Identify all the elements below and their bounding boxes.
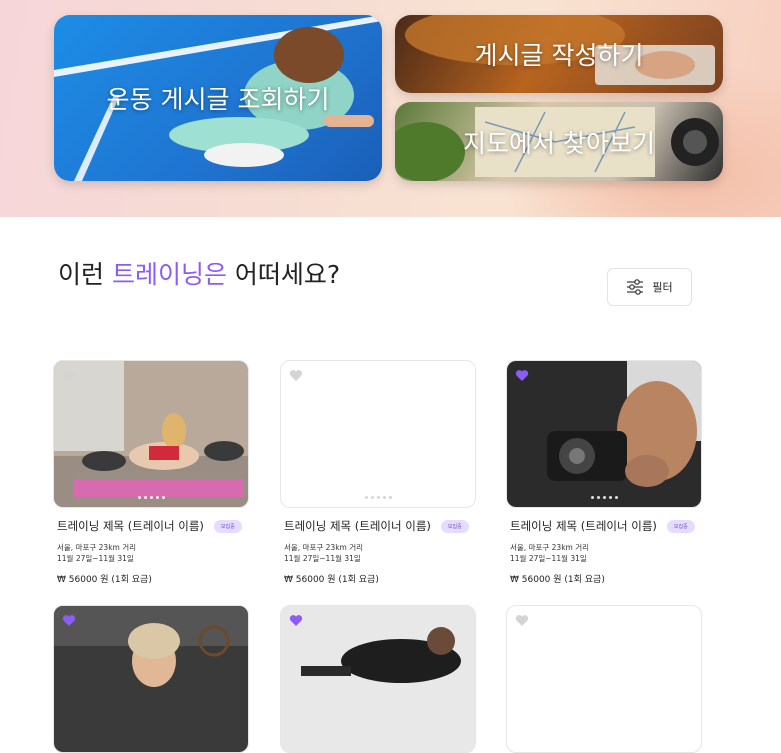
card-image: [53, 605, 249, 753]
filter-label: 필터: [652, 281, 673, 294]
training-card[interactable]: [506, 605, 702, 753]
card-image: [280, 605, 476, 753]
training-card[interactable]: [280, 605, 476, 753]
write-post-tile[interactable]: 게시글 작성하기: [395, 15, 723, 93]
carousel-dots[interactable]: [507, 496, 701, 499]
card-price: ₩ 56000 원 (1회 요금): [510, 575, 605, 585]
card-image: [506, 605, 702, 753]
pushup-photo: [281, 606, 475, 752]
dumbbell-photo: [507, 361, 701, 507]
card-price: ₩ 56000 원 (1회 요금): [57, 575, 152, 585]
card-title: 트레이닝 제목 (트레이너 이름): [57, 519, 204, 533]
browse-posts-label: 운동 게시글 조회하기: [106, 85, 330, 114]
card-period: 11월 27일~11월 31일: [510, 554, 587, 563]
browse-posts-tile[interactable]: 운동 게시글 조회하기: [54, 15, 382, 181]
training-card[interactable]: 트레이닝 제목 (트레이너 이름) 모집중 서울, 마포구 23km 거리 11…: [280, 360, 476, 585]
status-badge: 모집중: [666, 519, 695, 533]
card-location: 서울, 마포구 23km 거리: [284, 543, 364, 552]
card-location: 서울, 마포구 23km 거리: [510, 543, 590, 552]
section-title-prefix: 이런: [58, 260, 112, 289]
filter-button[interactable]: 필터: [607, 268, 692, 306]
heart-icon[interactable]: [289, 614, 303, 627]
card-title-row: 트레이닝 제목 (트레이너 이름) 모집중: [506, 518, 702, 534]
yoga-class-photo: [54, 361, 248, 507]
training-card[interactable]: 트레이닝 제목 (트레이너 이름) 모집중 서울, 마포구 23km 거리 11…: [53, 360, 249, 585]
carousel-dots[interactable]: [54, 496, 248, 499]
section-title-accent: 트레이닝은: [111, 260, 227, 289]
heart-icon[interactable]: [289, 369, 303, 382]
heart-icon[interactable]: [62, 369, 76, 382]
section-title-suffix: 어떠세요?: [226, 260, 341, 289]
card-title-row: 트레이닝 제목 (트레이너 이름) 모집중: [53, 518, 249, 534]
card-meta: 서울, 마포구 23km 거리 11월 27일~11월 31일: [280, 542, 476, 564]
card-period: 11월 27일~11월 31일: [57, 554, 134, 563]
card-location: 서울, 마포구 23km 거리: [57, 543, 137, 552]
card-title: 트레이닝 제목 (트레이너 이름): [510, 519, 657, 533]
card-meta: 서울, 마포구 23km 거리 11월 27일~11월 31일: [506, 542, 702, 564]
card-price: ₩ 56000 원 (1회 요금): [284, 575, 379, 585]
training-card[interactable]: [53, 605, 249, 753]
card-meta: 서울, 마포구 23km 거리 11월 27일~11월 31일: [53, 542, 249, 564]
training-card[interactable]: 트레이닝 제목 (트레이너 이름) 모집중 서울, 마포구 23km 거리 11…: [506, 360, 702, 585]
heart-icon[interactable]: [62, 614, 76, 627]
section-title: 이런 트레이닝은 어떠세요?: [58, 255, 340, 291]
card-period: 11월 27일~11월 31일: [284, 554, 361, 563]
workout-woman-photo: [54, 606, 248, 752]
status-badge: 모집중: [440, 519, 469, 533]
hero-banner: 운동 게시글 조회하기 게시글 작성하기 지도에서 찾아보기: [0, 0, 781, 217]
status-badge: 모집중: [213, 519, 242, 533]
card-title-row: 트레이닝 제목 (트레이너 이름) 모집중: [280, 518, 476, 534]
card-image: [280, 360, 476, 508]
heart-icon[interactable]: [515, 614, 529, 627]
map-search-tile[interactable]: 지도에서 찾아보기: [395, 102, 723, 181]
card-title: 트레이닝 제목 (트레이너 이름): [284, 519, 431, 533]
card-image: [53, 360, 249, 508]
card-image: [506, 360, 702, 508]
sliders-icon: [627, 279, 644, 295]
write-post-label: 게시글 작성하기: [474, 41, 644, 70]
carousel-dots[interactable]: [281, 496, 475, 499]
heart-icon[interactable]: [515, 369, 529, 382]
map-search-label: 지도에서 찾아보기: [463, 128, 655, 158]
